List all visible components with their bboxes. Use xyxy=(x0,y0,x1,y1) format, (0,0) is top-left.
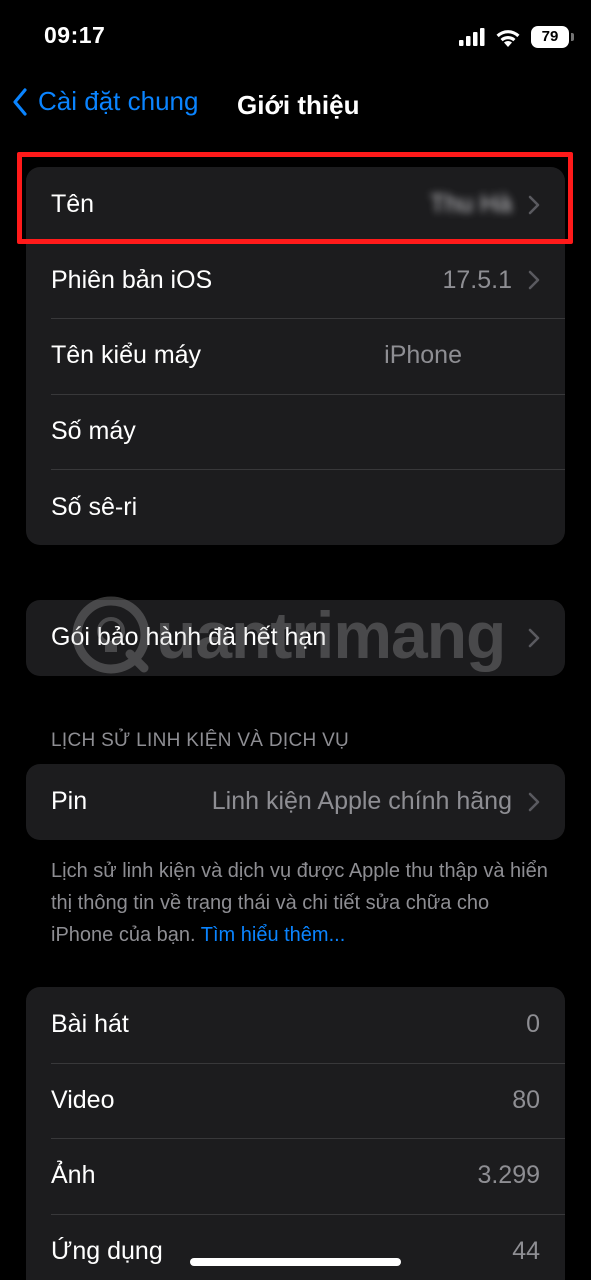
name-row[interactable]: Tên Thu Hà xyxy=(26,167,565,243)
page-title: Giới thiệu xyxy=(237,90,360,120)
status-time: 09:17 xyxy=(44,22,106,48)
cellular-signal-icon xyxy=(459,28,485,46)
songs-value: 0 xyxy=(526,1010,540,1039)
songs-row: Bài hát 0 xyxy=(26,987,565,1063)
parts-group: Pin Linh kiện Apple chính hãng xyxy=(26,764,565,840)
learn-more-link[interactable]: Tìm hiểu thêm... xyxy=(201,924,346,946)
battery-row[interactable]: Pin Linh kiện Apple chính hãng xyxy=(26,764,565,840)
model-name-row: Tên kiểu máy iPhone xyxy=(26,318,565,394)
chevron-right-icon xyxy=(528,271,540,290)
section-header: LỊCH SỬ LINH KIỆN VÀ DỊCH VỤ xyxy=(51,730,350,751)
name-label: Tên xyxy=(51,190,95,219)
warranty-label: Gói bảo hành đã hết hạn xyxy=(51,623,327,652)
chevron-right-icon xyxy=(528,195,540,215)
videos-value: 80 xyxy=(512,1085,540,1114)
back-button-label: Cài đặt chung xyxy=(38,86,199,116)
model-name-label: Tên kiểu máy xyxy=(51,341,202,370)
photos-label: Ảnh xyxy=(51,1161,96,1190)
serial-number-row: Số sê-ri xyxy=(26,469,565,545)
apps-value: 44 xyxy=(512,1237,540,1266)
videos-label: Video xyxy=(51,1085,115,1114)
about-group: Tên Thu Hà Phiên bản iOS 17.5.1 Tên kiểu… xyxy=(26,167,565,545)
serial-number-label: Số sê-ri xyxy=(51,492,138,521)
chevron-left-icon xyxy=(13,87,27,116)
songs-label: Bài hát xyxy=(51,1010,129,1039)
home-indicator[interactable] xyxy=(190,1258,401,1266)
status-bar: 09:17 79 xyxy=(0,0,591,72)
apps-label: Ứng dụng xyxy=(51,1237,163,1266)
back-button[interactable]: Cài đặt chung xyxy=(12,86,198,117)
name-value: Thu Hà xyxy=(430,190,512,219)
battery-label: Pin xyxy=(51,787,88,816)
status-icons: 79 xyxy=(459,24,574,50)
photos-row: Ảnh 3.299 xyxy=(26,1138,565,1214)
model-number-label: Số máy xyxy=(51,417,136,446)
parts-footer-note: Lịch sử linh kiện và dịch vụ được Apple … xyxy=(51,855,551,951)
ios-version-value: 17.5.1 xyxy=(442,265,512,294)
model-name-value: iPhone xyxy=(384,341,462,370)
wifi-icon xyxy=(496,29,520,47)
battery-value: Linh kiện Apple chính hãng xyxy=(211,787,512,816)
media-group: Bài hát 0 Video 80 Ảnh 3.299 Ứng dụng 44 xyxy=(26,987,565,1280)
warranty-group: Gói bảo hành đã hết hạn xyxy=(26,600,565,676)
ios-version-row[interactable]: Phiên bản iOS 17.5.1 xyxy=(26,242,565,319)
warranty-row[interactable]: Gói bảo hành đã hết hạn xyxy=(26,600,565,676)
ios-version-label: Phiên bản iOS xyxy=(51,265,213,294)
navigation-bar: Cài đặt chung Giới thiệu xyxy=(0,80,591,130)
battery-indicator: 79 xyxy=(531,26,574,48)
photos-value: 3.299 xyxy=(477,1161,540,1190)
chevron-right-icon xyxy=(528,792,540,812)
chevron-right-icon xyxy=(528,628,540,648)
model-number-row: Số máy xyxy=(26,393,565,470)
apps-row: Ứng dụng 44 xyxy=(26,1213,565,1280)
videos-row: Video 80 xyxy=(26,1062,565,1139)
